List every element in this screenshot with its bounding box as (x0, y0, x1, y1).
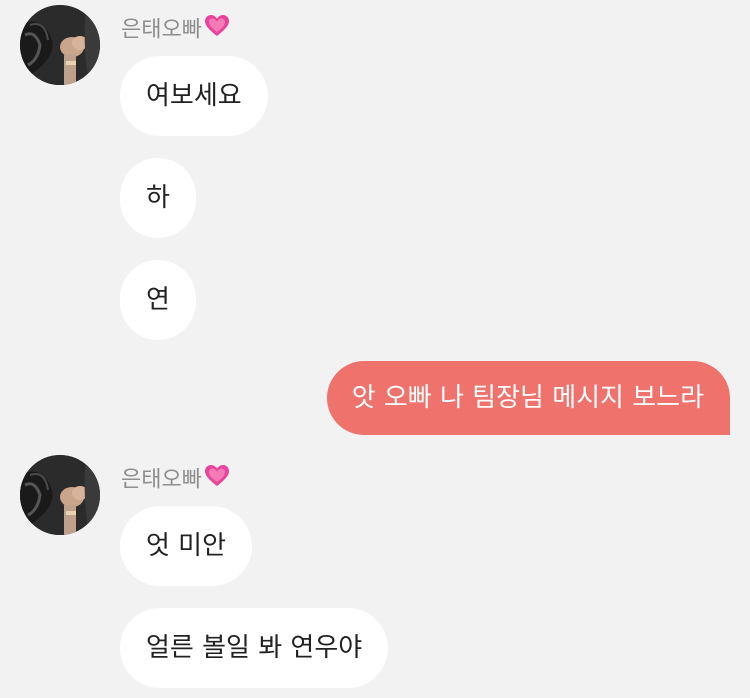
message-text: 연 (146, 285, 170, 315)
message-text: 여보세요 (146, 81, 242, 111)
message-bubble[interactable]: 얼른 볼일 봐 연우야 (120, 608, 389, 688)
sender-name-text: 은태오빠 (121, 17, 202, 43)
avatar[interactable] (20, 455, 100, 535)
message-bubble[interactable]: 하 (120, 158, 196, 238)
avatar-photo-icon (20, 455, 100, 535)
message-text: 하 (146, 183, 170, 213)
message-text: 얼른 볼일 봐 연우야 (146, 633, 363, 663)
sender-name: 은태오빠 (121, 464, 230, 495)
message-bubble[interactable]: 여보세요 (120, 56, 268, 136)
heart-icon (204, 464, 230, 493)
sent-message-bubble[interactable]: 앗 오빠 나 팀장님 메시지 보느라 (326, 361, 730, 435)
message-bubble[interactable]: 엇 미안 (120, 506, 253, 586)
message-text: 앗 오빠 나 팀장님 메시지 보느라 (351, 383, 704, 413)
sender-name: 은태오빠 (121, 14, 230, 45)
avatar[interactable] (20, 5, 100, 85)
message-text: 엇 미안 (146, 531, 227, 561)
heart-icon (204, 14, 230, 43)
avatar-photo-icon (20, 5, 100, 85)
message-bubble[interactable]: 연 (120, 260, 196, 340)
sender-name-text: 은태오빠 (121, 467, 202, 493)
